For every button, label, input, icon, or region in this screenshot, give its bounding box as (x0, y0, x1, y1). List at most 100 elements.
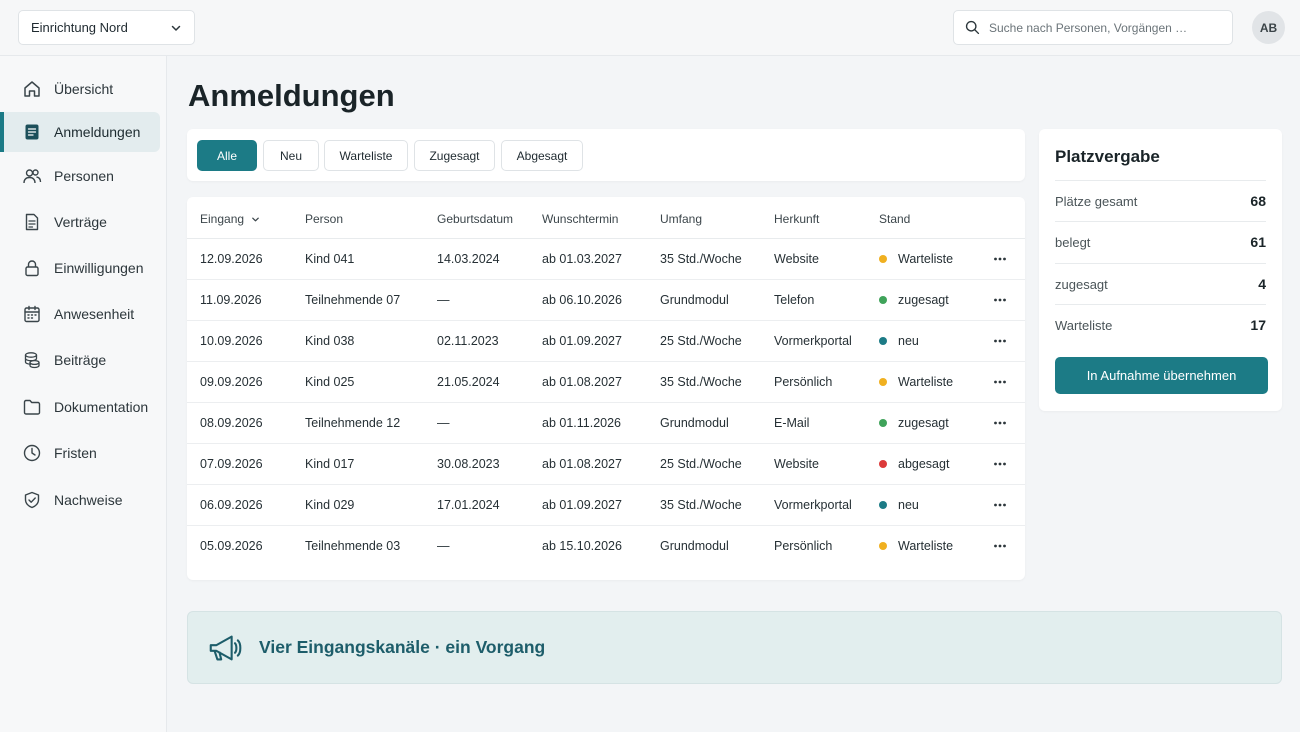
sidebar-item-label: Dokumentation (54, 399, 149, 415)
sidebar-item-label: Einwilligungen (54, 260, 144, 276)
filter-neu[interactable]: Neu (263, 140, 319, 171)
avatar[interactable]: AB (1252, 11, 1285, 44)
sidebar-item-dokumentation[interactable]: Dokumentation (0, 387, 160, 427)
coins-icon (24, 352, 40, 369)
cell-person: Kind 041 (305, 252, 355, 266)
sidebar-item-label: Beiträge (54, 352, 107, 368)
cell-umfang: Grundmodul (660, 416, 729, 430)
sidebar: Übersicht Anmeldungen Personen Verträge … (0, 56, 167, 732)
sidebar-item-label: Personen (54, 168, 114, 184)
sidebar-item-vertraege[interactable]: Verträge (0, 202, 160, 242)
cell-person: Teilnehmende 07 (305, 293, 401, 307)
column-header-person[interactable]: Person (305, 212, 343, 226)
stat-label: Warteliste (1055, 317, 1113, 333)
sidebar-item-label: Fristen (54, 445, 97, 461)
clock-icon (23, 444, 41, 462)
more-actions-icon[interactable] (993, 334, 1007, 348)
filter-warteliste[interactable]: Warteliste (324, 140, 408, 171)
people-icon (23, 169, 42, 184)
status-dot (879, 337, 887, 345)
column-header-wunschtermin[interactable]: Wunschtermin (542, 212, 618, 226)
cell-herkunft: Website (774, 457, 819, 471)
status-label: Warteliste (898, 375, 954, 389)
more-actions-icon[interactable] (993, 252, 1007, 266)
sidebar-item-anmeldungen[interactable]: Anmeldungen (0, 112, 160, 152)
table-row[interactable]: 10.09.2026 Kind 038 02.11.2023 ab 01.09.202… (187, 321, 1025, 362)
home-icon (24, 81, 40, 97)
sidebar-item-beitraege[interactable]: Beiträge (0, 340, 160, 380)
facility-label: Einrichtung Nord (31, 20, 128, 35)
cell-eingang: 08.09.2026 (200, 416, 263, 430)
cell-wunschtermin: ab 01.08.2027 (542, 375, 622, 389)
sidebar-item-uebersicht[interactable]: Übersicht (0, 69, 160, 109)
lock-icon (25, 260, 39, 277)
column-header-herkunft[interactable]: Herkunft (774, 212, 819, 226)
stat-label: belegt (1055, 234, 1091, 250)
sidebar-item-label: Anmeldungen (54, 124, 141, 140)
sidebar-item-label: Anwesenheit (54, 306, 135, 322)
cell-geburtsdatum: 14.03.2024 (437, 252, 500, 266)
table-row[interactable]: 12.09.2026 Kind 041 14.03.2024 ab 01.03.202… (187, 239, 1025, 280)
more-actions-icon[interactable] (993, 375, 1007, 389)
banner-text: Vier Eingangskanäle · ein Vorgang (259, 637, 546, 657)
table-row[interactable]: 11.09.2026 Teilnehmende 07 — ab 06.10.2026 G… (187, 280, 1025, 321)
cell-herkunft: Persönlich (774, 375, 833, 389)
chevron-down-icon (171, 25, 181, 31)
cell-herkunft: Telefon (774, 293, 815, 307)
table-row[interactable]: 06.09.2026 Kind 029 17.01.2024 ab 01.09.202… (187, 485, 1025, 526)
cell-geburtsdatum: 02.11.2023 (437, 334, 499, 348)
status-dot (879, 542, 887, 550)
sidebar-item-personen[interactable]: Personen (0, 156, 160, 196)
column-header-geburtsdatum[interactable]: Geburtsdatum (437, 212, 513, 226)
cell-herkunft: Vormerkportal (774, 334, 852, 348)
stat-value: 17 (1250, 317, 1266, 333)
more-actions-icon[interactable] (993, 457, 1007, 471)
more-actions-icon[interactable] (993, 539, 1007, 553)
cell-stand: Warteliste (879, 539, 953, 553)
more-actions-icon[interactable] (993, 416, 1007, 430)
sidebar-item-anwesenheit[interactable]: Anwesenheit (0, 294, 160, 334)
filter-zugesagt[interactable]: Zugesagt (414, 140, 495, 171)
sidebar-item-einwilligungen[interactable]: Einwilligungen (0, 248, 160, 288)
cell-wunschtermin: ab 06.10.2026 (542, 293, 622, 307)
cell-eingang: 10.09.2026 (200, 334, 263, 348)
more-actions-icon[interactable] (993, 498, 1007, 512)
status-label: Warteliste (898, 539, 954, 553)
shield-check-icon (24, 491, 40, 509)
table-row[interactable]: 09.09.2026 Kind 025 21.05.2024 ab 01.08.202… (187, 362, 1025, 403)
placement-title: Platzvergabe (1055, 147, 1160, 166)
facility-select[interactable]: Einrichtung Nord (18, 10, 195, 45)
registrations-table: Eingang Person Geburtsdatum Wunschtermin… (187, 197, 1025, 580)
search-box[interactable] (953, 10, 1233, 45)
column-header-stand[interactable]: Stand (879, 212, 910, 226)
stat-row: belegt 61 (1055, 221, 1266, 262)
table-header: Eingang Person Geburtsdatum Wunschtermin… (187, 197, 1025, 239)
filter-alle[interactable]: Alle (197, 140, 257, 171)
cell-umfang: 35 Std./Woche (660, 252, 742, 266)
table-row[interactable]: 07.09.2026 Kind 017 30.08.2023 ab 01.08.202… (187, 444, 1025, 485)
cell-person: Kind 017 (305, 457, 355, 471)
status-label: neu (898, 498, 919, 512)
document-icon (25, 124, 39, 140)
cell-geburtsdatum: — (437, 293, 450, 307)
info-banner: Vier Eingangskanäle · ein Vorgang (187, 611, 1282, 684)
take-into-admission-button[interactable]: In Aufnahme übernehmen (1055, 357, 1268, 394)
search-input[interactable] (989, 20, 1219, 35)
sidebar-item-fristen[interactable]: Fristen (0, 433, 160, 473)
sidebar-item-nachweise[interactable]: Nachweise (0, 480, 160, 520)
cell-umfang: 25 Std./Woche (660, 457, 742, 471)
cell-stand: zugesagt (879, 416, 949, 430)
cell-geburtsdatum: 30.08.2023 (437, 457, 500, 471)
status-dot (879, 378, 887, 386)
table-row[interactable]: 08.09.2026 Teilnehmende 12 — ab 01.11.2026 G… (187, 403, 1025, 444)
column-header-eingang[interactable]: Eingang (200, 212, 260, 226)
column-header-umfang[interactable]: Umfang (660, 212, 702, 226)
top-bar: Einrichtung Nord AB (0, 0, 1300, 56)
filter-abgesagt[interactable]: Abgesagt (501, 140, 583, 171)
cell-stand: zugesagt (879, 293, 949, 307)
cell-person: Kind 029 (305, 498, 355, 512)
table-row[interactable]: 05.09.2026 Teilnehmende 03 — ab 15.10.2026 G… (187, 526, 1025, 567)
more-actions-icon[interactable] (993, 293, 1007, 307)
filter-bar: Alle Neu Warteliste Zugesagt Abgesagt (187, 129, 1025, 181)
cell-wunschtermin: ab 01.11.2026 (542, 416, 622, 430)
